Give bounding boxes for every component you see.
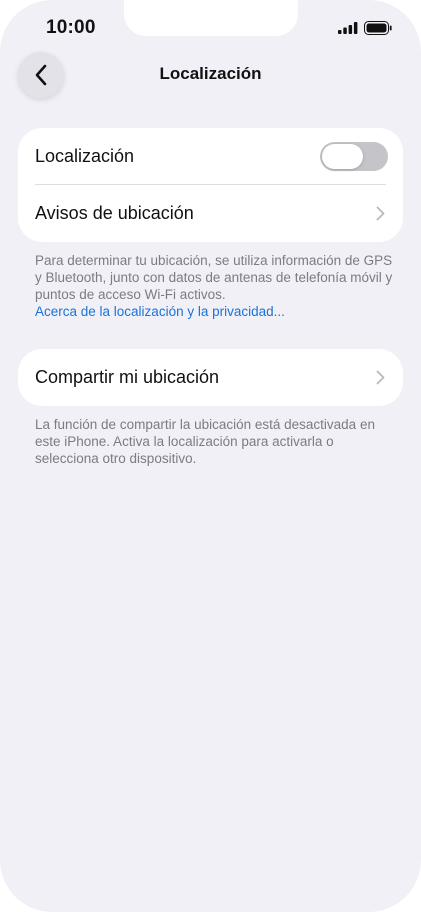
phone-screen: 10:00 Localización Localización Avisos d… [0,0,421,912]
share-location-row[interactable]: Compartir mi ubicación [18,349,403,406]
location-footnote: Para determinar tu ubicación, se utiliza… [35,252,395,320]
toggle-knob [322,144,363,169]
location-toggle[interactable] [320,142,388,171]
share-footnote: La función de compartir la ubicación est… [35,416,395,467]
page-title: Localización [159,64,262,83]
location-card: Localización Avisos de ubicación [18,128,403,242]
chevron-right-icon [376,206,385,221]
notch [124,0,298,36]
location-alerts-label: Avisos de ubicación [35,203,194,223]
status-time: 10:00 [46,17,96,38]
share-footnote-text: La función de compartir la ubicación est… [35,417,375,466]
location-toggle-row[interactable]: Localización [18,128,403,185]
battery-icon [364,21,392,35]
location-alerts-row[interactable]: Avisos de ubicación [18,185,403,242]
chevron-right-icon [376,370,385,385]
share-card: Compartir mi ubicación [18,349,403,406]
signal-bars-icon [338,22,358,34]
privacy-link[interactable]: Acerca de la localización y la privacida… [35,303,395,320]
location-footnote-text: Para determinar tu ubicación, se utiliza… [35,253,393,302]
share-location-label: Compartir mi ubicación [35,367,220,387]
location-toggle-label: Localización [35,146,135,166]
